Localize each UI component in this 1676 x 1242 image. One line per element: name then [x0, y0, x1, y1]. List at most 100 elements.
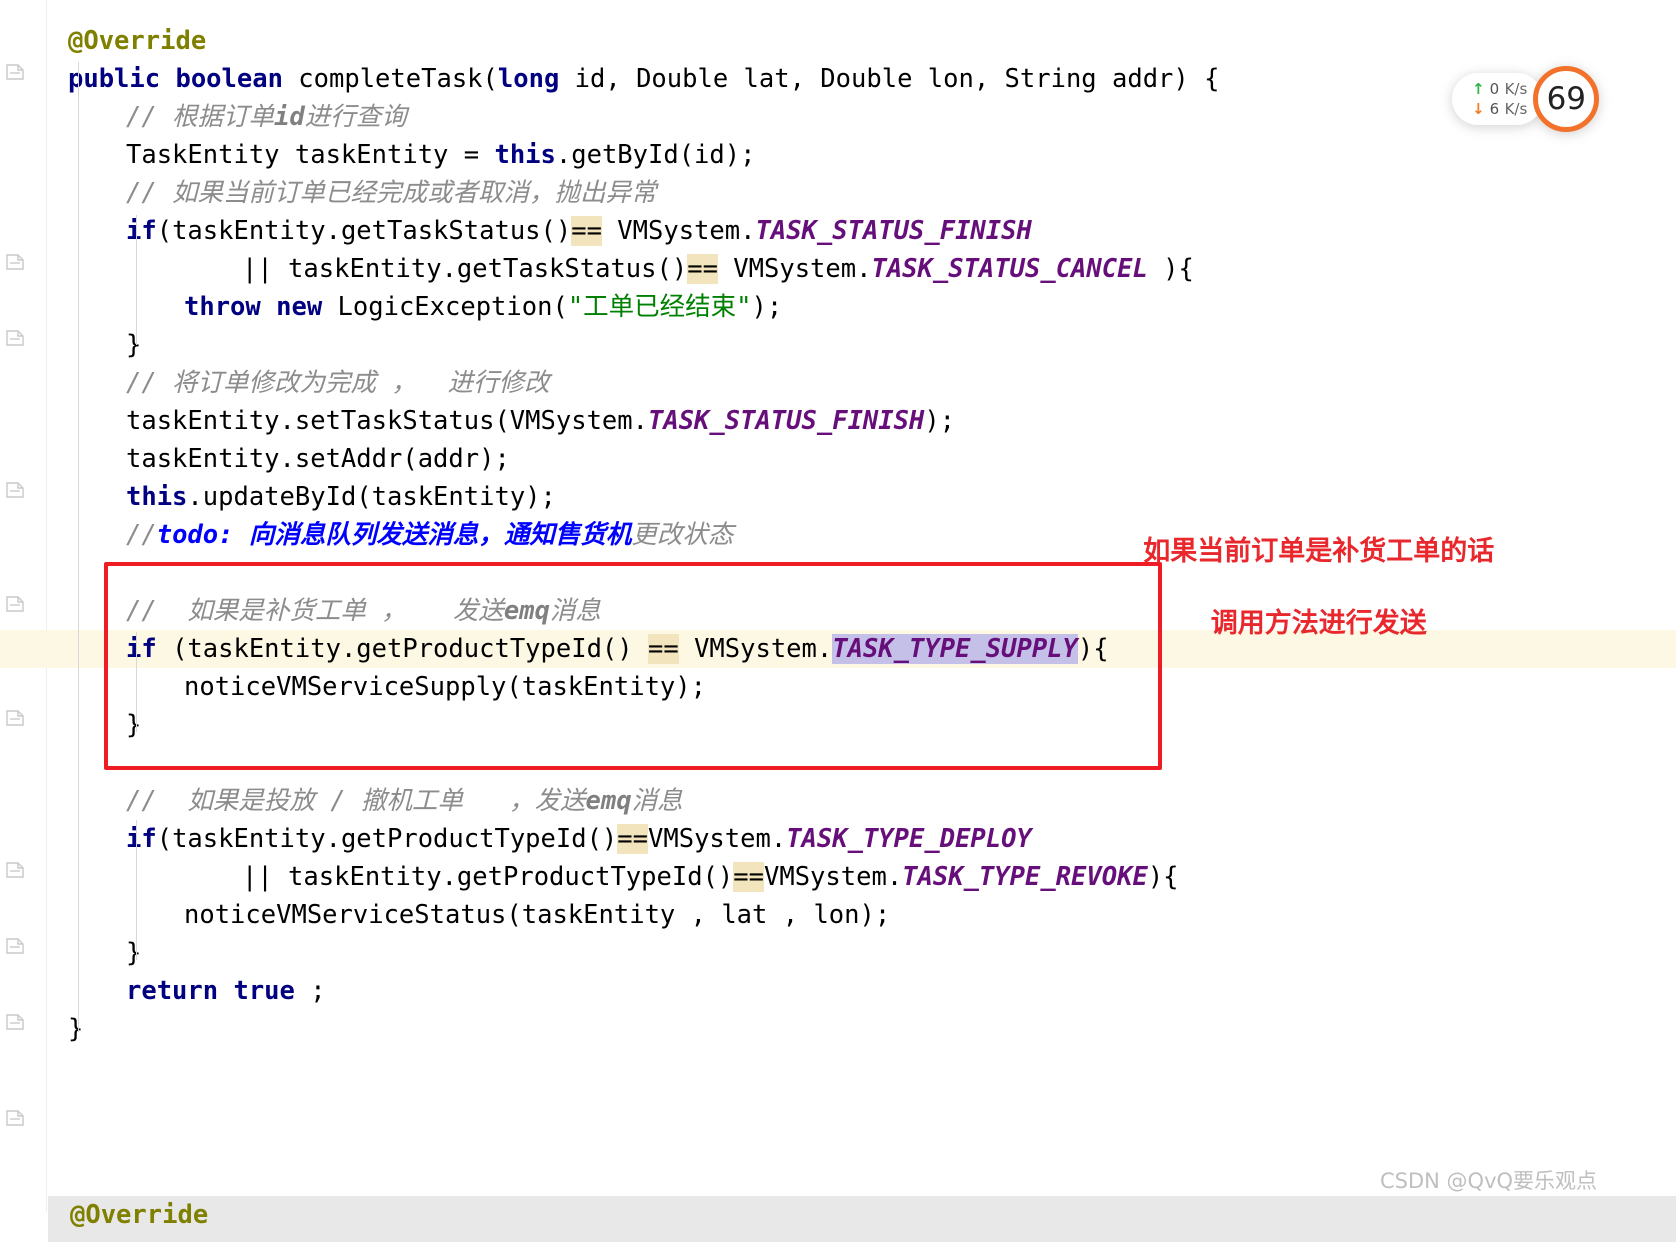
- code-line[interactable]: throw new LogicException("工单已经结束");: [48, 288, 1676, 326]
- code-fold-icon[interactable]: [5, 936, 25, 956]
- code-line[interactable]: // 如果是投放 / 撤机工单 ，发送emq消息: [48, 782, 1676, 820]
- cpu-usage-gauge[interactable]: 69: [1533, 66, 1600, 132]
- code-line-text: // 如果当前订单已经完成或者取消，抛出异常: [126, 178, 657, 208]
- code-fold-icon[interactable]: [5, 1108, 25, 1128]
- code-token: ==: [571, 216, 602, 246]
- code-line[interactable]: taskEntity.setTaskStatus(VMSystem.TASK_S…: [48, 402, 1676, 440]
- code-line-text: throw new LogicException("工单已经结束");: [184, 292, 782, 322]
- code-token: long: [497, 64, 560, 94]
- code-token: ;: [310, 976, 326, 1006]
- editor-gutter[interactable]: [0, 0, 46, 1212]
- code-line-text: taskEntity.setAddr(addr);: [126, 444, 510, 474]
- upload-speed-unit: K/s: [1504, 80, 1528, 98]
- code-line-text: taskEntity.setTaskStatus(VMSystem.TASK_S…: [126, 406, 955, 436]
- code-line-text: if (taskEntity.getProductTypeId() == VMS…: [126, 634, 1109, 664]
- code-token: || taskEntity.getProductTypeId(): [242, 862, 734, 892]
- code-line[interactable]: return true ;: [48, 972, 1676, 1010]
- code-token: (taskEntity.getProductTypeId(): [156, 634, 648, 664]
- code-token: TASK_TYPE_SUPPLY: [832, 634, 1078, 664]
- code-token: VMSystem.: [764, 862, 903, 892]
- code-line[interactable]: public boolean completeTask(long id, Dou…: [48, 60, 1676, 98]
- code-token: }: [126, 710, 142, 740]
- code-line[interactable]: noticeVMServiceStatus(taskEntity , lat ,…: [48, 896, 1676, 934]
- code-token: .updateById(taskEntity);: [187, 482, 556, 512]
- code-token: LogicException(: [337, 292, 568, 322]
- code-token: // 根据订单: [126, 102, 275, 132]
- code-line[interactable]: }: [48, 326, 1676, 364]
- code-line[interactable]: }: [48, 934, 1676, 972]
- code-token: ){: [1147, 254, 1194, 284]
- code-fold-icon[interactable]: [5, 1012, 25, 1032]
- code-line[interactable]: }: [48, 706, 1676, 744]
- code-token: ==: [687, 254, 718, 284]
- code-line-text: return true ;: [126, 976, 326, 1006]
- code-line-text: || taskEntity.getProductTypeId()==VMSyst…: [242, 862, 1179, 892]
- code-line-text: }: [126, 330, 141, 360]
- code-line[interactable]: }: [48, 1010, 1676, 1048]
- code-line[interactable]: if(taskEntity.getProductTypeId()==VMSyst…: [48, 820, 1676, 858]
- code-token: TASK_STATUS_FINISH: [755, 216, 1032, 246]
- code-line-text: //todo: 向消息队列发送消息，通知售货机更改状态: [126, 520, 733, 550]
- upload-speed-row: ↑ 0 K/s: [1472, 79, 1527, 99]
- code-line-text: if(taskEntity.getProductTypeId()==VMSyst…: [126, 824, 1032, 854]
- code-token: TASK_STATUS_CANCEL: [871, 254, 1148, 284]
- annotation-text: 如果当前订单是补货工单的话 调用方法进行发送: [1100, 498, 1500, 678]
- code-token: @Override: [68, 26, 207, 56]
- code-fold-icon[interactable]: [5, 328, 25, 348]
- code-token: if: [126, 216, 157, 246]
- code-line[interactable]: if(taskEntity.getTaskStatus()== VMSystem…: [48, 212, 1676, 250]
- code-fold-icon[interactable]: [5, 62, 25, 82]
- code-line[interactable]: TaskEntity taskEntity = this.getById(id)…: [48, 136, 1676, 174]
- code-token: TaskEntity taskEntity =: [126, 140, 495, 170]
- code-token: id, Double lat, Double lon, String addr)…: [559, 64, 1220, 94]
- code-token: 消息: [549, 596, 601, 626]
- code-line-text: this.updateById(taskEntity);: [126, 482, 556, 512]
- code-token: || taskEntity.getTaskStatus(): [242, 254, 688, 284]
- code-token: completeTask(: [298, 64, 498, 94]
- code-token: // 如果当前订单已经完成或者取消，抛出异常: [126, 178, 657, 208]
- code-token: ==: [617, 824, 649, 854]
- code-token: (taskEntity.getProductTypeId(): [156, 824, 618, 854]
- code-line[interactable]: // 将订单修改为完成 ， 进行修改: [48, 364, 1676, 402]
- code-token: VMSystem.: [648, 824, 787, 854]
- code-line-text: @Override: [68, 26, 206, 56]
- code-token: "工单已经结束": [567, 292, 752, 322]
- code-token: emq: [503, 596, 550, 626]
- code-token: this: [126, 482, 188, 512]
- code-fold-icon[interactable]: [5, 252, 25, 272]
- annotation-line-1: 如果当前订单是补货工单的话: [1143, 536, 1495, 567]
- code-line[interactable]: || taskEntity.getTaskStatus()== VMSystem…: [48, 250, 1676, 288]
- code-token: TASK_TYPE_REVOKE: [902, 862, 1148, 892]
- code-line-text: // 根据订单id进行查询: [126, 102, 407, 132]
- code-line-text: noticeVMServiceSupply(taskEntity);: [184, 672, 706, 702]
- code-token: 更改状态: [631, 520, 734, 550]
- code-token: noticeVMServiceStatus(taskEntity , lat ,…: [184, 900, 891, 930]
- download-speed-value: 6: [1489, 100, 1500, 118]
- code-line-text: }: [126, 938, 141, 968]
- code-token: // 将订单修改为完成 ， 进行修改: [126, 368, 550, 398]
- code-editor[interactable]: @Override public boolean completeTask(lon…: [0, 0, 1676, 1242]
- code-line[interactable]: || taskEntity.getProductTypeId()==VMSyst…: [48, 858, 1676, 896]
- code-line[interactable]: [48, 744, 1676, 782]
- code-token: taskEntity.setTaskStatus(VMSystem.: [126, 406, 648, 436]
- code-line[interactable]: taskEntity.setAddr(addr);: [48, 440, 1676, 478]
- code-fold-icon[interactable]: [5, 708, 25, 728]
- network-speed-widget[interactable]: ↑ 0 K/s ↓ 6 K/s 69: [1452, 66, 1600, 132]
- code-token: //: [126, 520, 157, 550]
- code-line-text: // 如果是补货工单 ， 发送emq消息: [126, 596, 601, 626]
- next-method-row[interactable]: @Override: [48, 1196, 1676, 1242]
- network-speed-pill[interactable]: ↑ 0 K/s ↓ 6 K/s: [1452, 73, 1544, 125]
- code-line[interactable]: // 如果当前订单已经完成或者取消，抛出异常: [48, 174, 1676, 212]
- code-line-text: TaskEntity taskEntity = this.getById(id)…: [126, 140, 755, 170]
- code-line[interactable]: @Override: [48, 22, 1676, 60]
- watermark: CSDN @QvQ要乐观点: [1380, 1169, 1598, 1193]
- code-line[interactable]: // 根据订单id进行查询: [48, 98, 1676, 136]
- code-token: ==: [648, 634, 679, 664]
- code-line-text: // 如果是投放 / 撤机工单 ，发送emq消息: [126, 786, 683, 816]
- code-fold-icon[interactable]: [5, 594, 25, 614]
- annotation-line-2: 调用方法进行发送: [1210, 608, 1427, 639]
- code-token: emq: [585, 786, 632, 816]
- code-token: );: [751, 292, 783, 322]
- code-fold-icon[interactable]: [5, 860, 25, 880]
- code-fold-icon[interactable]: [5, 480, 25, 500]
